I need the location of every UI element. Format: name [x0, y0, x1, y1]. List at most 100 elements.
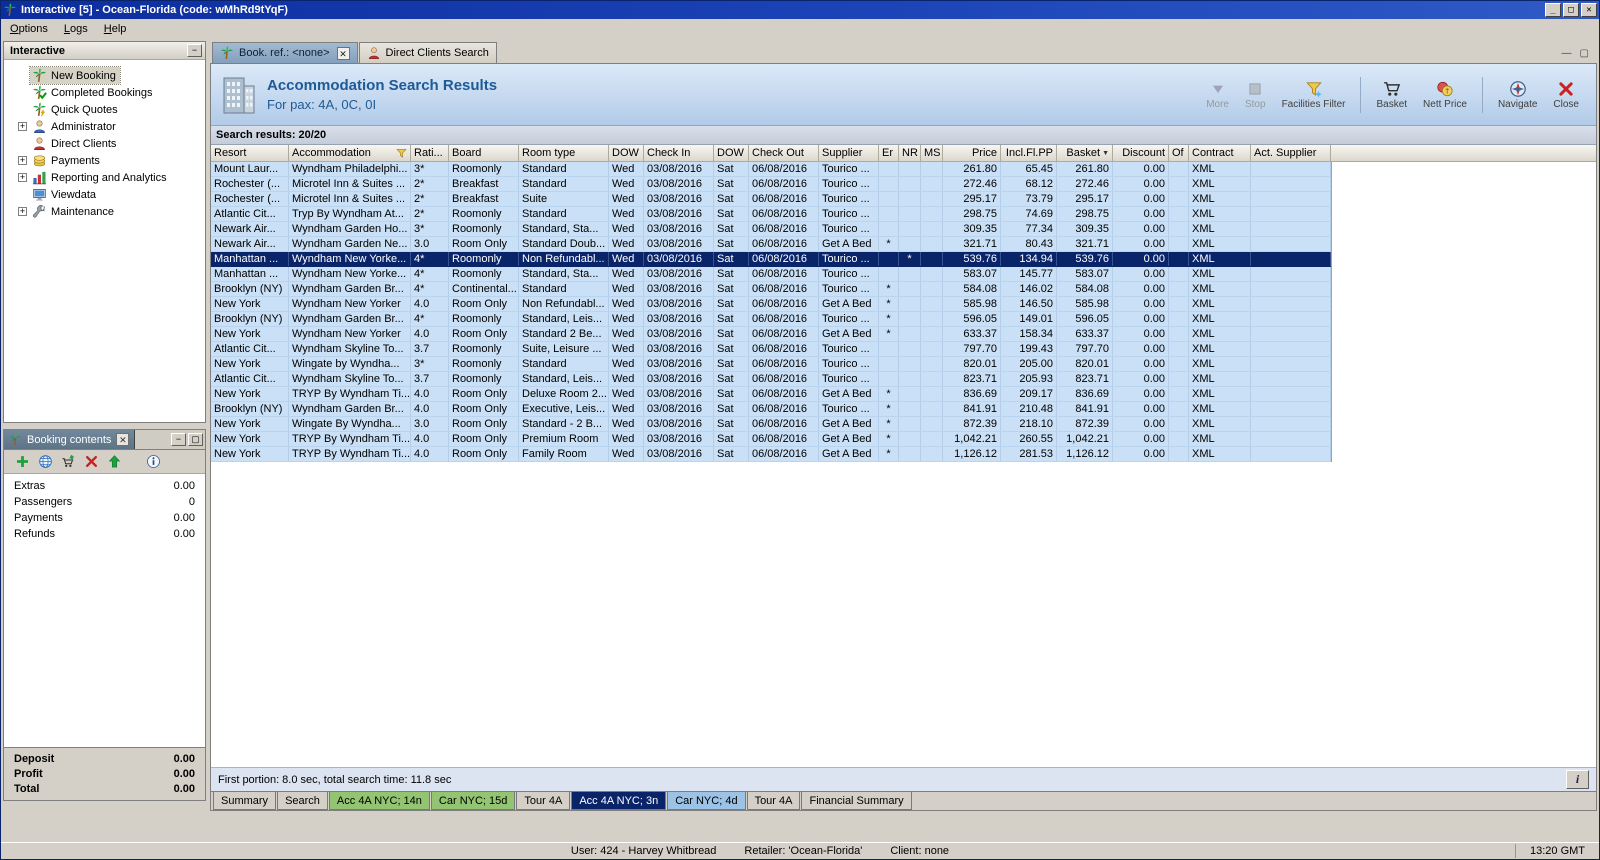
- table-row[interactable]: New York Wyndham New Yorker 4.0 Room Only St…: [211, 327, 1331, 342]
- column-header-check-out[interactable]: Check Out: [749, 145, 819, 162]
- sidebar-item-direct-clients[interactable]: Direct Clients: [4, 135, 205, 152]
- close-booking-contents-icon[interactable]: ✕: [116, 433, 130, 446]
- bottom-tab-acc-4a-nyc-14n[interactable]: Acc 4A NYC; 14n: [328, 792, 430, 810]
- table-row[interactable]: New York TRYP By Wyndham Ti... 4.0 Room Onl…: [211, 432, 1331, 447]
- column-header-accommodation[interactable]: Accommodation: [289, 145, 411, 162]
- column-header-contract[interactable]: Contract: [1189, 145, 1251, 162]
- panel-minimize-button[interactable]: −: [171, 433, 186, 446]
- menu-logs[interactable]: Logs: [56, 20, 96, 38]
- booking-toolbar-move-up-button[interactable]: [106, 454, 122, 470]
- menu-options[interactable]: Options: [2, 20, 56, 38]
- column-header-price[interactable]: Price: [943, 145, 1001, 162]
- minimize-button[interactable]: _: [1545, 3, 1561, 18]
- column-header-incl-fl-pp[interactable]: Incl.Fl.PP: [1001, 145, 1057, 162]
- table-row[interactable]: New York Wingate by Wyndha... 3* Roomonly St…: [211, 357, 1331, 372]
- toolbar-button-facilities-filter[interactable]: Facilities Filter: [1275, 79, 1353, 110]
- expand-icon[interactable]: +: [18, 173, 27, 182]
- column-header-board[interactable]: Board: [449, 145, 519, 162]
- maximize-button[interactable]: □: [1563, 3, 1579, 18]
- booking-toolbar-world-button[interactable]: [37, 454, 53, 470]
- sidebar-item-completed-bookings[interactable]: Completed Bookings: [4, 84, 205, 101]
- booking-toolbar-add-to-basket-button[interactable]: [60, 454, 76, 470]
- menu-help[interactable]: Help: [96, 20, 135, 38]
- close-tab-icon[interactable]: ✕: [336, 46, 350, 60]
- booking-item-passengers[interactable]: Passengers 0: [4, 494, 205, 510]
- column-header-check-in[interactable]: Check In: [644, 145, 714, 162]
- column-header-resort[interactable]: Resort: [211, 145, 289, 162]
- booking-toolbar-info-button[interactable]: [145, 454, 161, 470]
- column-header-room-type[interactable]: Room type: [519, 145, 609, 162]
- expand-icon[interactable]: +: [18, 207, 27, 216]
- column-header-ms[interactable]: MS: [921, 145, 943, 162]
- bottom-tab-car-nyc-4d[interactable]: Car NYC; 4d: [667, 792, 746, 810]
- table-row[interactable]: Brooklyn (NY) Wyndham Garden Br... 4.0 Room…: [211, 402, 1331, 417]
- info-button[interactable]: i: [1566, 770, 1589, 789]
- booking-contents-tab[interactable]: Booking contents ✕: [4, 430, 136, 449]
- sidebar-item-quick-quotes[interactable]: Quick Quotes: [4, 101, 205, 118]
- column-header-of[interactable]: Of: [1169, 145, 1189, 162]
- panel-maximize-button[interactable]: ▢: [188, 433, 203, 446]
- table-row[interactable]: Rochester (... Microtel Inn & Suites ... 2…: [211, 177, 1331, 192]
- bottom-tab-tour-4a[interactable]: Tour 4A: [746, 792, 801, 810]
- table-row[interactable]: New York Wyndham New Yorker 4.0 Room Only No…: [211, 297, 1331, 312]
- expand-icon[interactable]: +: [18, 156, 27, 165]
- sidebar-item-new-booking[interactable]: New Booking: [4, 66, 205, 85]
- sidebar-item-administrator[interactable]: + Administrator: [4, 118, 205, 135]
- column-header-act-supplier[interactable]: Act. Supplier: [1251, 145, 1331, 162]
- column-header-er[interactable]: Er: [879, 145, 899, 162]
- booking-item-refunds[interactable]: Refunds 0.00: [4, 526, 205, 542]
- bottom-tab-search[interactable]: Search: [277, 792, 328, 810]
- table-row[interactable]: Brooklyn (NY) Wyndham Garden Br... 4* Conti…: [211, 282, 1331, 297]
- mdi-restore-icon[interactable]: ▢: [1580, 48, 1589, 59]
- table-cell: Standard: [519, 207, 609, 221]
- sidebar-item-reporting-and-analytics[interactable]: + Reporting and Analytics: [4, 169, 205, 186]
- sidebar-item-viewdata[interactable]: Viewdata: [4, 186, 205, 203]
- table-row[interactable]: Mount Laur... Wyndham Philadelphi... 3* Roo…: [211, 162, 1331, 177]
- column-header-nr[interactable]: NR: [899, 145, 921, 162]
- table-cell: 80.43: [1001, 237, 1057, 251]
- table-row[interactable]: Newark Air... Wyndham Garden Ne... 3.0 Room…: [211, 237, 1331, 252]
- table-row[interactable]: Atlantic Cit... Tryp By Wyndham At... 2* Ro…: [211, 207, 1331, 222]
- toolbar-button-navigate[interactable]: Navigate: [1491, 79, 1544, 110]
- table-row[interactable]: New York Wingate By Wyndha... 3.0 Room Only…: [211, 417, 1331, 432]
- bottom-tab-financial-summary[interactable]: Financial Summary: [801, 792, 912, 810]
- column-header-dow[interactable]: DOW: [609, 145, 644, 162]
- bottom-tab-summary[interactable]: Summary: [213, 792, 277, 810]
- mdi-minimize-icon[interactable]: —: [1562, 48, 1572, 59]
- sidebar-item-payments[interactable]: + Payments: [4, 152, 205, 169]
- bottom-tab-car-nyc-15d[interactable]: Car NYC; 15d: [430, 792, 516, 810]
- booking-item-extras[interactable]: Extras 0.00: [4, 478, 205, 494]
- collapse-panel-button[interactable]: −: [187, 44, 202, 57]
- table-row[interactable]: Manhattan ... Wyndham New Yorke... 4* Roomo…: [211, 267, 1331, 282]
- column-header-discount[interactable]: Discount: [1113, 145, 1169, 162]
- table-row[interactable]: New York TRYP By Wyndham Ti... 4.0 Room Onl…: [211, 447, 1331, 462]
- column-header-rati[interactable]: Rati...: [411, 145, 449, 162]
- table-cell: Newark Air...: [211, 237, 289, 251]
- bottom-tab-acc-4a-nyc-3n[interactable]: Acc 4A NYC; 3n: [571, 792, 667, 810]
- booking-toolbar-add-item-button[interactable]: [14, 454, 30, 470]
- bottom-tab-tour-4a[interactable]: Tour 4A: [516, 792, 571, 810]
- column-header-dow[interactable]: DOW: [714, 145, 749, 162]
- toolbar-button-basket[interactable]: Basket: [1369, 79, 1414, 110]
- table-row[interactable]: Manhattan ... Wyndham New Yorke... 4* Roomo…: [211, 252, 1331, 267]
- booking-toolbar-remove-item-button[interactable]: [83, 454, 99, 470]
- table-row[interactable]: Atlantic Cit... Wyndham Skyline To... 3.7 R…: [211, 372, 1331, 387]
- toolbar-button-more[interactable]: More: [1199, 79, 1236, 110]
- tab-book-ref-none[interactable]: Book. ref.: <none> ✕: [212, 42, 358, 63]
- expand-icon[interactable]: +: [18, 122, 27, 131]
- toolbar-button-close[interactable]: Close: [1546, 79, 1586, 110]
- table-row[interactable]: New York TRYP By Wyndham Ti... 4.0 Room Onl…: [211, 387, 1331, 402]
- close-button[interactable]: ✕: [1581, 3, 1597, 18]
- table-row[interactable]: Brooklyn (NY) Wyndham Garden Br... 4* Roomo…: [211, 312, 1331, 327]
- tab-direct-clients-search[interactable]: Direct Clients Search: [358, 42, 497, 63]
- column-header-basket[interactable]: Basket ▼: [1057, 145, 1113, 162]
- toolbar-button-stop[interactable]: Stop: [1238, 79, 1273, 110]
- table-row[interactable]: Rochester (... Microtel Inn & Suites ... 2…: [211, 192, 1331, 207]
- toolbar-button-nett-price[interactable]: Nett Price: [1416, 79, 1474, 110]
- table-row[interactable]: Atlantic Cit... Wyndham Skyline To... 3.7 R…: [211, 342, 1331, 357]
- sidebar-item-maintenance[interactable]: + Maintenance: [4, 203, 205, 220]
- table-row[interactable]: Newark Air... Wyndham Garden Ho... 3* Roomo…: [211, 222, 1331, 237]
- column-header-supplier[interactable]: Supplier: [819, 145, 879, 162]
- booking-item-payments[interactable]: Payments 0.00: [4, 510, 205, 526]
- basket-cart-icon: [1383, 80, 1401, 98]
